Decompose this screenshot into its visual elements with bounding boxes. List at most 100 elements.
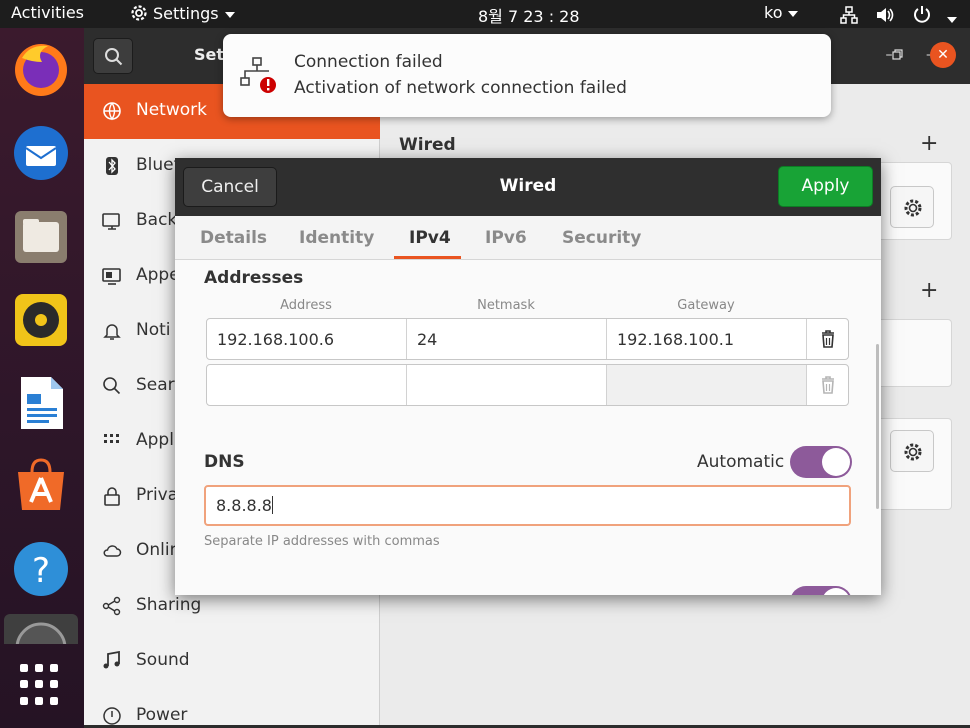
apps-grid-icon[interactable] (20, 664, 62, 706)
search-button[interactable] (93, 38, 133, 74)
firefox-icon[interactable] (12, 40, 70, 98)
activities-button[interactable]: Activities (11, 3, 84, 22)
close-button[interactable]: ✕ (930, 42, 956, 68)
sidebar-item-label: Power (136, 705, 188, 725)
power-icon (914, 6, 931, 23)
active-tab-indicator (394, 256, 461, 259)
toggle-knob (822, 588, 850, 595)
sidebar-item-label: Sound (136, 650, 190, 670)
close-icon: ✕ (937, 47, 949, 63)
sidebar-item-label: Priva (136, 485, 179, 505)
sidebar-item-label: Sear (136, 375, 175, 395)
bell-icon (103, 324, 121, 340)
dialog-tabs: Details Identity IPv4 IPv6 Security (175, 216, 881, 260)
chevron-down-icon (947, 16, 958, 23)
top-bar: Activities Settings 8월 7 23 : 28 ko (0, 0, 970, 28)
text-cursor (271, 496, 273, 514)
search-icon (103, 377, 121, 395)
sidebar-item-label: Onlin (136, 540, 181, 560)
add-vpn-button[interactable]: + (920, 278, 938, 303)
background-icon (102, 213, 120, 230)
network-icon (840, 6, 858, 24)
delete-address-button[interactable] (807, 319, 849, 359)
notification-banner[interactable]: Connection failed Activation of network … (223, 34, 831, 117)
tab-ipv4[interactable]: IPv4 (409, 228, 451, 248)
software-icon[interactable] (12, 456, 70, 514)
dns-input[interactable]: 8.8.8.8 (204, 485, 851, 526)
apply-button[interactable]: Apply (778, 166, 873, 207)
dns-automatic-toggle[interactable] (790, 446, 852, 478)
app-menu-button[interactable]: Settings (129, 3, 235, 23)
network-error-icon (240, 57, 276, 93)
dialog-body: Addresses Address Netmask Gateway 192.16… (175, 260, 881, 595)
system-menu[interactable] (840, 4, 958, 28)
help-icon[interactable]: ? (12, 540, 70, 598)
share-icon (102, 596, 121, 616)
tab-details[interactable]: Details (200, 228, 267, 248)
delete-address-button[interactable] (807, 365, 849, 405)
music-icon (103, 651, 120, 669)
tab-security[interactable]: Security (562, 228, 641, 248)
address-column-header: Address (280, 298, 332, 313)
appearance-icon (102, 268, 121, 285)
sidebar-item-label: Noti (136, 320, 171, 340)
volume-icon (877, 8, 894, 22)
sidebar-item-label: Back (136, 210, 178, 230)
routes-automatic-toggle[interactable] (790, 586, 852, 595)
sidebar-item-power[interactable]: Power (84, 689, 380, 725)
dns-automatic-label: Automatic (697, 452, 785, 472)
settings-title: Set (194, 45, 225, 64)
maximize-icon (892, 49, 903, 60)
svg-text:?: ? (32, 551, 50, 591)
wired-section-title: Wired (399, 135, 456, 155)
cloud-icon (103, 545, 122, 557)
sidebar-item-label: Appl (136, 430, 174, 450)
bluetooth-icon (106, 157, 118, 175)
netmask-column-header: Netmask (477, 298, 535, 313)
sidebar-item-label: Bluet (136, 155, 181, 175)
power-icon (103, 707, 121, 725)
search-icon (105, 48, 123, 66)
maximize-button[interactable] (884, 42, 910, 68)
gear-icon (131, 5, 147, 21)
clock[interactable]: 8월 7 23 : 28 (478, 3, 580, 27)
chevron-down-icon (224, 11, 235, 18)
gateway-field[interactable] (607, 365, 807, 405)
gateway-column-header: Gateway (677, 298, 735, 313)
dns-value: 8.8.8.8 (216, 496, 272, 515)
sidebar-item-sound[interactable]: Sound (84, 634, 380, 689)
toggle-knob (822, 448, 850, 476)
app-menu-label: Settings (153, 4, 219, 23)
dock: ? (0, 28, 84, 728)
sidebar-item-label: Appe (136, 265, 180, 285)
wired-settings-button[interactable] (890, 186, 934, 228)
tab-identity[interactable]: Identity (299, 228, 374, 248)
address-row (206, 364, 849, 406)
input-method-menu[interactable]: ko (764, 3, 799, 22)
trash-icon (822, 330, 834, 348)
address-field[interactable]: 192.168.100.6 (207, 319, 407, 359)
gear-icon (904, 443, 922, 461)
disc-icon[interactable] (4, 614, 78, 644)
proxy-settings-button[interactable] (890, 430, 934, 472)
address-field[interactable] (207, 365, 407, 405)
apps-icon (104, 434, 119, 443)
thunderbird-icon[interactable] (12, 124, 70, 182)
files-icon[interactable] (12, 208, 70, 266)
dialog-title: Wired (499, 176, 557, 196)
add-wired-button[interactable]: + (920, 131, 938, 156)
notification-title: Connection failed (294, 52, 443, 72)
gateway-field[interactable]: 192.168.100.1 (607, 319, 807, 359)
tab-ipv6[interactable]: IPv6 (485, 228, 527, 248)
chevron-down-icon (788, 10, 799, 17)
network-icon (103, 102, 121, 121)
addresses-title: Addresses (204, 268, 304, 288)
netmask-field[interactable]: 24 (407, 319, 607, 359)
sidebar-item-label: Sharing (136, 595, 202, 615)
netmask-field[interactable] (407, 365, 607, 405)
rhythmbox-icon[interactable] (12, 291, 70, 349)
dialog-scrollbar[interactable] (876, 344, 879, 509)
dialog-header: Cancel Wired Apply (175, 158, 881, 216)
trash-icon (822, 376, 834, 394)
writer-icon[interactable] (12, 374, 70, 432)
